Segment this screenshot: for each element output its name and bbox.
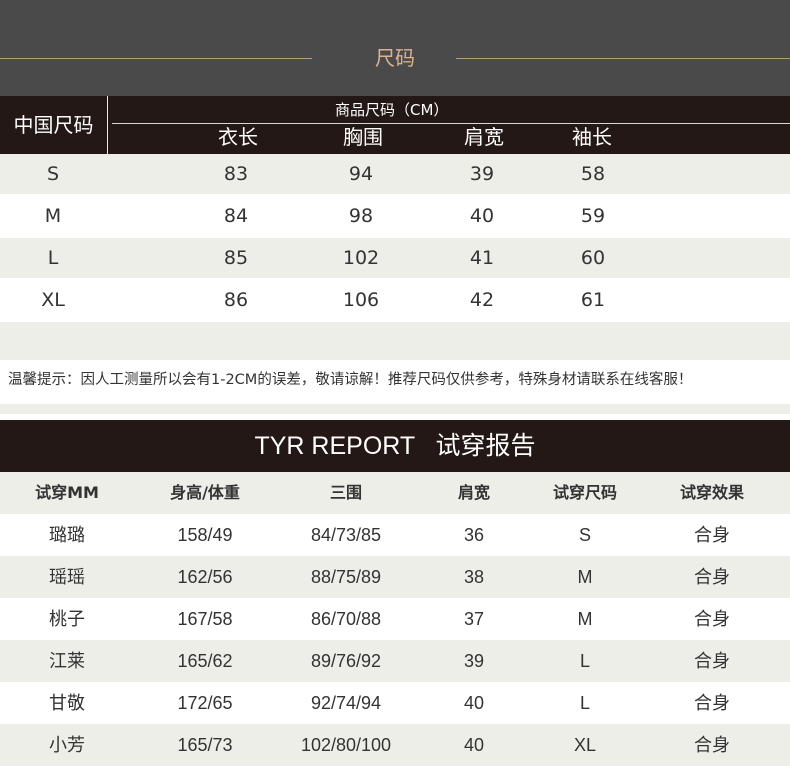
report-cell: 甘敬 xyxy=(49,693,85,713)
report-cell: 合身 xyxy=(694,735,730,755)
col-header-length: 衣长 xyxy=(218,125,258,149)
col-header-chest: 胸围 xyxy=(343,125,383,149)
report-title: TYR REPORT 试穿报告 xyxy=(0,420,790,472)
report-row: 江莱 165/62 89/76/92 39 L 合身 xyxy=(0,640,790,682)
report-cell: 合身 xyxy=(694,693,730,713)
report-cell: 84/73/85 xyxy=(310,525,382,545)
value-cell: 61 xyxy=(580,289,606,311)
size-row: S 83 94 39 58 xyxy=(0,154,790,194)
size-cell: L xyxy=(47,247,59,269)
size-cell: M xyxy=(44,205,62,227)
table-spacer xyxy=(0,322,790,360)
measurement-note: 温馨提示：因人工测量所以会有1-2CM的误差，敬请谅解！推荐尺码仅供参考，特殊身… xyxy=(8,372,693,388)
value-cell: 41 xyxy=(469,247,495,269)
report-cell: 86/70/88 xyxy=(310,609,382,629)
size-cell: XL xyxy=(41,289,65,311)
report-cell: 162/56 xyxy=(177,567,233,587)
report-cell: 合身 xyxy=(694,651,730,671)
value-cell: 98 xyxy=(348,205,374,227)
size-table-header: 中国尺码 商品尺码（CM） 衣长 胸围 肩宽 袖长 xyxy=(0,96,790,154)
value-cell: 58 xyxy=(580,163,606,185)
size-group-text: 商品尺码（CM） xyxy=(335,101,449,119)
col-header-measurements: 三围 xyxy=(329,483,362,502)
page-title: 尺码 xyxy=(375,46,415,70)
report-cell: L xyxy=(579,693,590,713)
size-row: XL 86 106 42 61 xyxy=(0,280,790,320)
value-cell: 94 xyxy=(348,163,374,185)
value-cell: 102 xyxy=(342,247,380,269)
report-row: 瑶瑶 162/56 88/75/89 38 M 合身 xyxy=(0,556,790,598)
report-cell: M xyxy=(577,609,593,629)
report-row: 璐璐 158/49 84/73/85 36 S 合身 xyxy=(0,514,790,556)
report-cell: XL xyxy=(573,735,597,755)
report-cell: 165/73 xyxy=(177,735,233,755)
header-band: 尺码 xyxy=(0,0,790,96)
report-cell: 167/58 xyxy=(177,609,233,629)
col-header-sleeve: 袖长 xyxy=(572,125,612,149)
report-cell: 102/80/100 xyxy=(300,735,392,755)
section-divider xyxy=(0,404,790,414)
report-cell: 合身 xyxy=(694,567,730,587)
report-cell: 92/74/94 xyxy=(310,693,382,713)
value-cell: 85 xyxy=(223,247,249,269)
report-cell: 88/75/89 xyxy=(310,567,382,587)
value-cell: 42 xyxy=(469,289,495,311)
report-cell: M xyxy=(577,567,593,587)
report-cell: 172/65 xyxy=(177,693,233,713)
cn-size-label: 中国尺码 xyxy=(0,96,108,154)
col-header-model: 试穿MM xyxy=(35,483,99,502)
report-cell: 合身 xyxy=(694,525,730,545)
report-cell: 158/49 xyxy=(177,525,233,545)
value-cell: 59 xyxy=(580,205,606,227)
size-cell: S xyxy=(46,163,60,185)
report-row: 桃子 167/58 86/70/88 37 M 合身 xyxy=(0,598,790,640)
report-row: 小芳 165/73 102/80/100 40 XL 合身 xyxy=(0,724,790,766)
value-cell: 39 xyxy=(469,163,495,185)
size-group-label: 商品尺码（CM） xyxy=(110,96,790,124)
col-header-fit: 试穿效果 xyxy=(679,483,744,502)
report-cell: 瑶瑶 xyxy=(49,567,85,587)
value-cell: 40 xyxy=(469,205,495,227)
report-row: 甘敬 172/65 92/74/94 40 L 合身 xyxy=(0,682,790,724)
value-cell: 86 xyxy=(223,289,249,311)
report-cell: 165/62 xyxy=(177,651,233,671)
report-cell: S xyxy=(578,525,591,545)
value-cell: 106 xyxy=(342,289,380,311)
value-cell: 84 xyxy=(223,205,249,227)
report-cell: 桃子 xyxy=(49,609,85,629)
col-header-trial-size: 试穿尺码 xyxy=(552,483,617,502)
value-cell: 60 xyxy=(580,247,606,269)
report-column-headers: 试穿MM 身高/体重 三围 肩宽 试穿尺码 试穿效果 xyxy=(0,472,790,514)
col-header-shoulder: 肩宽 xyxy=(464,125,504,149)
size-row: M 84 98 40 59 xyxy=(0,196,790,236)
report-cell: 89/76/92 xyxy=(310,651,382,671)
col-header-height-weight: 身高/体重 xyxy=(170,483,240,502)
report-cell: 璐璐 xyxy=(49,525,85,545)
report-cell: 小芳 xyxy=(49,735,85,755)
report-cell: L xyxy=(579,651,590,671)
report-cell: 江莱 xyxy=(49,651,85,671)
size-row: L 85 102 41 60 xyxy=(0,238,790,278)
report-cell: 合身 xyxy=(694,609,730,629)
value-cell: 83 xyxy=(223,163,249,185)
